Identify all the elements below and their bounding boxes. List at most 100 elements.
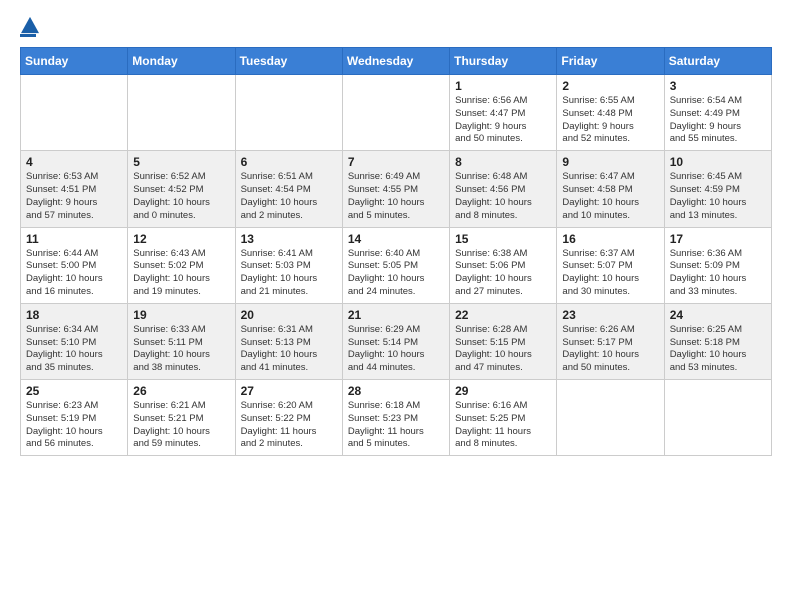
day-cell: 7Sunrise: 6:49 AM Sunset: 4:55 PM Daylig… (342, 151, 449, 227)
day-number: 7 (348, 155, 444, 169)
day-number: 26 (133, 384, 229, 398)
logo (20, 16, 39, 37)
day-info: Sunrise: 6:16 AM Sunset: 5:25 PM Dayligh… (455, 400, 551, 451)
day-cell (557, 380, 664, 456)
day-cell: 26 Sunrise: 6:21 AM Sunset: 5:21 PM Dayli… (128, 380, 235, 456)
day-number: 11 (26, 232, 122, 246)
day-cell: 23 Sunrise: 6:26 AM Sunset: 5:17 PM Dayli… (557, 303, 664, 379)
day-number: 21 (348, 308, 444, 322)
day-cell: 20 Sunrise: 6:31 AM Sunset: 5:13 PM Dayli… (235, 303, 342, 379)
day-cell: 29 Sunrise: 6:16 AM Sunset: 5:25 PM Dayli… (450, 380, 557, 456)
day-info: Sunrise: 6:29 AM Sunset: 5:14 PM Dayligh… (348, 324, 444, 375)
day-info: Sunrise: 6:40 AM Sunset: 5:05 PM Dayligh… (348, 248, 444, 299)
day-cell: 14 Sunrise: 6:40 AM Sunset: 5:05 PM Dayli… (342, 227, 449, 303)
day-cell: 25 Sunrise: 6:23 AM Sunset: 5:19 PM Dayli… (21, 380, 128, 456)
week-row-2: 4 Sunrise: 6:53 AM Sunset: 4:51 PM Daylig… (21, 151, 772, 227)
day-cell (235, 75, 342, 151)
day-cell: 17 Sunrise: 6:36 AM Sunset: 5:09 PM Dayli… (664, 227, 771, 303)
day-cell: 1Sunrise: 6:56 AM Sunset: 4:47 PM Daylig… (450, 75, 557, 151)
day-number: 16 (562, 232, 658, 246)
day-info: Sunrise: 6:26 AM Sunset: 5:17 PM Dayligh… (562, 324, 658, 375)
weekday-sunday: Sunday (21, 48, 128, 75)
day-number: 15 (455, 232, 551, 246)
day-cell: 8 Sunrise: 6:48 AM Sunset: 4:56 PM Daylig… (450, 151, 557, 227)
week-row-1: 1Sunrise: 6:56 AM Sunset: 4:47 PM Daylig… (21, 75, 772, 151)
day-cell: 18Sunrise: 6:34 AM Sunset: 5:10 PM Dayli… (21, 303, 128, 379)
page: SundayMondayTuesdayWednesdayThursdayFrid… (0, 0, 792, 466)
day-cell: 15 Sunrise: 6:38 AM Sunset: 5:06 PM Dayli… (450, 227, 557, 303)
day-info: Sunrise: 6:48 AM Sunset: 4:56 PM Dayligh… (455, 171, 551, 222)
day-info: Sunrise: 6:53 AM Sunset: 4:51 PM Dayligh… (26, 171, 122, 222)
day-info: Sunrise: 6:45 AM Sunset: 4:59 PM Dayligh… (670, 171, 766, 222)
day-cell: 19 Sunrise: 6:33 AM Sunset: 5:11 PM Dayli… (128, 303, 235, 379)
logo-icon (21, 16, 39, 34)
day-number: 6 (241, 155, 337, 169)
day-number: 20 (241, 308, 337, 322)
weekday-thursday: Thursday (450, 48, 557, 75)
day-cell: 22 Sunrise: 6:28 AM Sunset: 5:15 PM Dayli… (450, 303, 557, 379)
day-number: 12 (133, 232, 229, 246)
day-number: 17 (670, 232, 766, 246)
day-info: Sunrise: 6:43 AM Sunset: 5:02 PM Dayligh… (133, 248, 229, 299)
day-number: 3 (670, 79, 766, 93)
day-info: Sunrise: 6:47 AM Sunset: 4:58 PM Dayligh… (562, 171, 658, 222)
day-number: 5 (133, 155, 229, 169)
weekday-friday: Friday (557, 48, 664, 75)
day-cell: 12 Sunrise: 6:43 AM Sunset: 5:02 PM Dayli… (128, 227, 235, 303)
day-info: Sunrise: 6:54 AM Sunset: 4:49 PM Dayligh… (670, 95, 766, 146)
day-number: 29 (455, 384, 551, 398)
day-cell (21, 75, 128, 151)
day-info: Sunrise: 6:28 AM Sunset: 5:15 PM Dayligh… (455, 324, 551, 375)
weekday-tuesday: Tuesday (235, 48, 342, 75)
day-cell: 9 Sunrise: 6:47 AM Sunset: 4:58 PM Daylig… (557, 151, 664, 227)
day-info: Sunrise: 6:38 AM Sunset: 5:06 PM Dayligh… (455, 248, 551, 299)
day-info: Sunrise: 6:31 AM Sunset: 5:13 PM Dayligh… (241, 324, 337, 375)
day-cell (128, 75, 235, 151)
day-info: Sunrise: 6:37 AM Sunset: 5:07 PM Dayligh… (562, 248, 658, 299)
day-cell: 3 Sunrise: 6:54 AM Sunset: 4:49 PM Daylig… (664, 75, 771, 151)
day-cell: 28 Sunrise: 6:18 AM Sunset: 5:23 PM Dayli… (342, 380, 449, 456)
day-number: 23 (562, 308, 658, 322)
day-number: 13 (241, 232, 337, 246)
day-info: Sunrise: 6:44 AM Sunset: 5:00 PM Dayligh… (26, 248, 122, 299)
day-info: Sunrise: 6:34 AM Sunset: 5:10 PM Dayligh… (26, 324, 122, 375)
day-number: 28 (348, 384, 444, 398)
day-cell: 10Sunrise: 6:45 AM Sunset: 4:59 PM Dayli… (664, 151, 771, 227)
day-info: Sunrise: 6:20 AM Sunset: 5:22 PM Dayligh… (241, 400, 337, 451)
week-row-4: 18Sunrise: 6:34 AM Sunset: 5:10 PM Dayli… (21, 303, 772, 379)
day-info: Sunrise: 6:52 AM Sunset: 4:52 PM Dayligh… (133, 171, 229, 222)
day-info: Sunrise: 6:18 AM Sunset: 5:23 PM Dayligh… (348, 400, 444, 451)
calendar: SundayMondayTuesdayWednesdayThursdayFrid… (20, 47, 772, 456)
week-row-3: 11 Sunrise: 6:44 AM Sunset: 5:00 PM Dayli… (21, 227, 772, 303)
day-number: 25 (26, 384, 122, 398)
day-number: 19 (133, 308, 229, 322)
logo-text (20, 16, 39, 34)
weekday-header-row: SundayMondayTuesdayWednesdayThursdayFrid… (21, 48, 772, 75)
weekday-wednesday: Wednesday (342, 48, 449, 75)
week-row-5: 25 Sunrise: 6:23 AM Sunset: 5:19 PM Dayli… (21, 380, 772, 456)
day-number: 9 (562, 155, 658, 169)
day-cell: 21 Sunrise: 6:29 AM Sunset: 5:14 PM Dayli… (342, 303, 449, 379)
day-cell: 5 Sunrise: 6:52 AM Sunset: 4:52 PM Daylig… (128, 151, 235, 227)
day-number: 22 (455, 308, 551, 322)
day-cell: 11 Sunrise: 6:44 AM Sunset: 5:00 PM Dayli… (21, 227, 128, 303)
day-number: 4 (26, 155, 122, 169)
day-cell: 24Sunrise: 6:25 AM Sunset: 5:18 PM Dayli… (664, 303, 771, 379)
day-cell: 2Sunrise: 6:55 AM Sunset: 4:48 PM Daylig… (557, 75, 664, 151)
day-info: Sunrise: 6:55 AM Sunset: 4:48 PM Dayligh… (562, 95, 658, 146)
day-number: 27 (241, 384, 337, 398)
day-info: Sunrise: 6:21 AM Sunset: 5:21 PM Dayligh… (133, 400, 229, 451)
day-info: Sunrise: 6:33 AM Sunset: 5:11 PM Dayligh… (133, 324, 229, 375)
header (20, 16, 772, 37)
day-number: 8 (455, 155, 551, 169)
day-info: Sunrise: 6:56 AM Sunset: 4:47 PM Dayligh… (455, 95, 551, 146)
day-cell (342, 75, 449, 151)
day-number: 14 (348, 232, 444, 246)
day-cell: 16 Sunrise: 6:37 AM Sunset: 5:07 PM Dayli… (557, 227, 664, 303)
weekday-saturday: Saturday (664, 48, 771, 75)
day-info: Sunrise: 6:51 AM Sunset: 4:54 PM Dayligh… (241, 171, 337, 222)
weekday-monday: Monday (128, 48, 235, 75)
day-info: Sunrise: 6:25 AM Sunset: 5:18 PM Dayligh… (670, 324, 766, 375)
day-info: Sunrise: 6:23 AM Sunset: 5:19 PM Dayligh… (26, 400, 122, 451)
day-info: Sunrise: 6:36 AM Sunset: 5:09 PM Dayligh… (670, 248, 766, 299)
